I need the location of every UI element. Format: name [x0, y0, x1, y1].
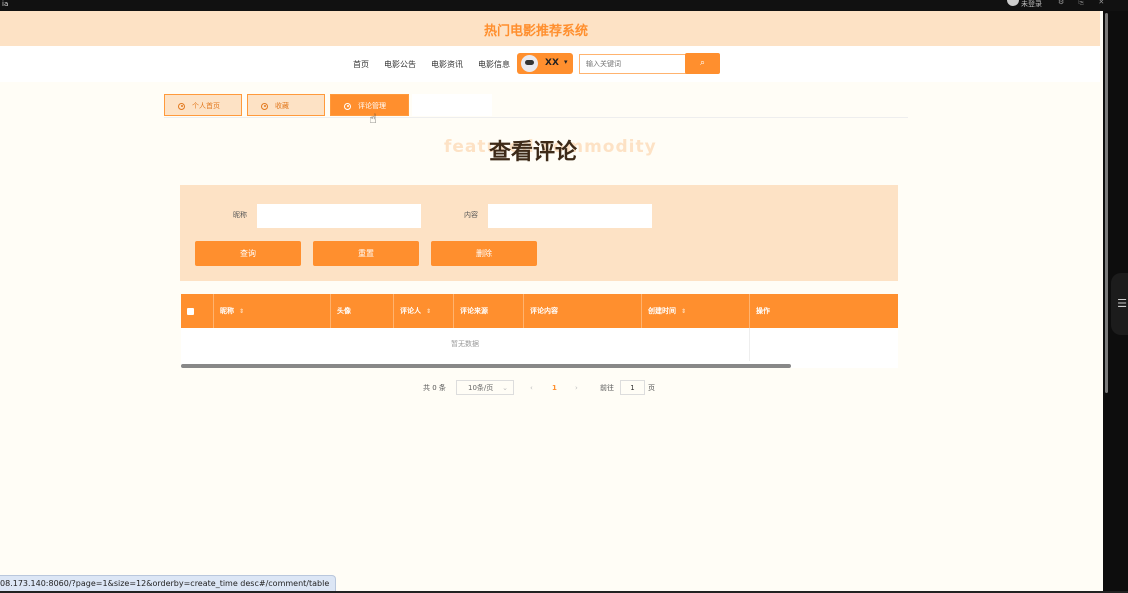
content-input[interactable]	[488, 204, 652, 228]
comment-table: 昵称 ⇕ 头像 评论人 ⇕ 评论来源 评论内容 创建时间 ⇕ 操作 暂无数据	[181, 294, 898, 368]
column-label: 操作	[756, 307, 770, 315]
nickname-input[interactable]	[257, 204, 421, 228]
user-name: XX	[545, 58, 559, 68]
search-button[interactable]: ⌕	[685, 53, 720, 74]
site-header: 热门电影推荐系统	[0, 11, 1100, 46]
column-header-avatar: 头像	[331, 294, 394, 328]
tab-label: 收藏	[275, 102, 289, 110]
nav-item-home[interactable]: 首页	[353, 59, 369, 70]
tab-hover-placeholder	[412, 94, 492, 116]
vertical-scrollbar[interactable]	[1105, 13, 1108, 393]
column-label: 创建时间	[648, 307, 676, 315]
radio-dot-icon	[344, 102, 351, 110]
page-size-value: 10条/页	[468, 384, 494, 392]
tab-divider	[164, 117, 908, 118]
column-label: 评论内容	[530, 307, 558, 315]
sort-icon[interactable]: ⇕	[681, 308, 686, 315]
current-page-number[interactable]: 1	[552, 380, 557, 397]
reset-button[interactable]: 重置	[313, 241, 419, 266]
user-menu-dropdown[interactable]: XX ▾	[517, 53, 573, 74]
column-label: 昵称	[220, 307, 234, 315]
column-label: 头像	[337, 307, 351, 315]
nav-item-announcements[interactable]: 电影公告	[384, 59, 416, 70]
filter-panel: 昵称 内容 查询 重置 删除	[180, 185, 898, 281]
window-controls[interactable]: ⚙ ⎘ ✕	[1058, 0, 1110, 7]
tab-profile[interactable]: 个人首页	[164, 94, 242, 116]
page-suffix-label: 页	[648, 384, 655, 392]
next-page-icon[interactable]: ›	[575, 380, 578, 397]
nickname-label: 昵称	[233, 211, 247, 219]
avatar	[521, 55, 538, 72]
browser-side-strip: ☰	[1103, 11, 1128, 593]
window-titlebar: ia 未登录 ⚙ ⎘ ✕	[0, 0, 1128, 11]
prev-page-icon[interactable]: ‹	[530, 380, 533, 397]
horizontal-scrollbar[interactable]	[181, 364, 791, 368]
goto-page-input[interactable]: 1	[620, 380, 645, 395]
nav-item-news[interactable]: 电影资讯	[431, 59, 463, 70]
page-size-select[interactable]: 10条/页 ⌄	[456, 380, 514, 395]
column-header-commenter[interactable]: 评论人 ⇕	[394, 294, 454, 328]
chevron-down-icon: ▾	[564, 58, 568, 66]
column-header-source: 评论来源	[454, 294, 524, 328]
table-header: 昵称 ⇕ 头像 评论人 ⇕ 评论来源 评论内容 创建时间 ⇕ 操作	[181, 294, 898, 328]
select-all-checkbox[interactable]	[181, 294, 214, 328]
delete-button[interactable]: 删除	[431, 241, 537, 266]
hand-cursor-icon: ☝	[369, 112, 377, 127]
window-title: ia	[2, 0, 9, 8]
column-header-nickname[interactable]: 昵称 ⇕	[214, 294, 331, 328]
column-label: 评论来源	[460, 307, 488, 315]
chevron-down-icon: ⌄	[502, 384, 508, 392]
search-input[interactable]	[579, 54, 689, 74]
checkbox-icon	[187, 307, 194, 315]
sort-icon[interactable]: ⇕	[239, 308, 244, 315]
column-label: 评论人	[400, 307, 421, 315]
column-header-content: 评论内容	[524, 294, 642, 328]
column-header-created-time[interactable]: 创建时间 ⇕	[642, 294, 750, 328]
radio-dot-icon	[178, 102, 185, 110]
browser-avatar-icon[interactable]	[1007, 0, 1019, 6]
browser-user-label[interactable]: 未登录	[1021, 0, 1042, 9]
search-icon: ⌕	[699, 58, 706, 68]
page-title: 查看评论	[489, 140, 578, 165]
side-panel-toggle-icon[interactable]: ☰	[1111, 273, 1128, 335]
tab-favorites[interactable]: 收藏	[247, 94, 325, 116]
pagination-total: 共 0 条	[423, 384, 446, 392]
sort-icon[interactable]: ⇕	[426, 308, 431, 315]
site-title: 热门电影推荐系统	[483, 24, 588, 39]
column-header-actions: 操作	[750, 294, 898, 328]
top-nav: 首页 电影公告 电影资讯 电影信息 XX ▾ ⌕	[0, 46, 1100, 82]
table-empty-text: 暂无数据	[181, 328, 750, 361]
tab-label: 个人首页	[192, 102, 220, 110]
radio-dot-icon	[261, 102, 268, 110]
query-button[interactable]: 查询	[195, 241, 301, 266]
nav-item-movies[interactable]: 电影信息	[478, 59, 510, 70]
tab-label: 评论管理	[358, 102, 386, 110]
goto-label: 前往	[600, 384, 614, 392]
content-label: 内容	[464, 211, 478, 219]
